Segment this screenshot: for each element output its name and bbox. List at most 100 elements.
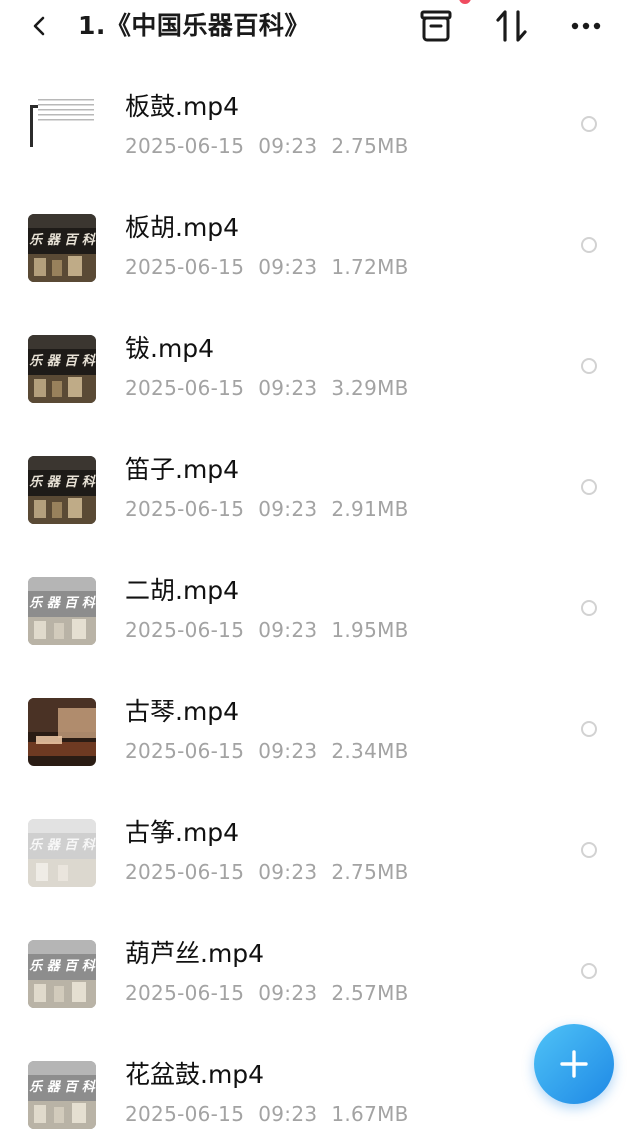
file-list-item[interactable]: 古琴.mp4 2025-06-15 09:23 2.34MB: [0, 672, 640, 793]
file-meta: 2025-06-15 09:23 1.72MB: [125, 254, 409, 280]
select-radio[interactable]: [581, 479, 597, 495]
file-date: 2025-06-15: [125, 739, 245, 763]
file-time: 09:23: [258, 1102, 318, 1126]
file-date: 2025-06-15: [125, 376, 245, 400]
file-list-item[interactable]: 乐 器 百 科 古筝.mp4 2025-06-15 09:23 2.75MB: [0, 793, 640, 914]
add-button[interactable]: [534, 1024, 614, 1104]
file-name: 板鼓.mp4: [125, 92, 240, 121]
file-time: 09:23: [258, 860, 318, 884]
archive-button[interactable]: [416, 6, 456, 46]
video-thumbnail: 乐 器 百 科: [28, 456, 96, 524]
file-list-item[interactable]: 乐 器 百 科 二胡.mp4 2025-06-15 09:23 1.95MB: [0, 551, 640, 672]
video-thumbnail-image: 乐 器 百 科: [28, 214, 96, 282]
select-radio[interactable]: [581, 842, 597, 858]
archive-icon: [420, 10, 452, 42]
video-thumbnail: 乐 器 百 科: [28, 335, 96, 403]
file-name: 笛子.mp4: [125, 455, 240, 484]
file-date: 2025-06-15: [125, 497, 245, 521]
svg-text:乐 器 百 科: 乐 器 百 科: [29, 595, 96, 611]
select-radio[interactable]: [581, 358, 597, 374]
file-time: 09:23: [258, 981, 318, 1005]
select-radio[interactable]: [581, 600, 597, 616]
file-time: 09:23: [258, 739, 318, 763]
file-name: 钹.mp4: [125, 334, 215, 363]
video-thumbnail-image: 乐 器 百 科: [28, 335, 96, 403]
file-meta: 2025-06-15 09:23 2.34MB: [125, 738, 409, 764]
file-list: 板鼓.mp4 2025-06-15 09:23 2.75MB 乐 器 百 科 板胡.mp4…: [0, 67, 640, 1141]
file-browser-page: 1.《中国乐器百科》 板鼓.mp4 2025-06-15 09:23 2.75MB 乐 …: [0, 0, 640, 1141]
file-date: 2025-06-15: [125, 618, 245, 642]
file-name: 二胡.mp4: [125, 576, 240, 605]
file-list-item[interactable]: 乐 器 百 科 葫芦丝.mp4 2025-06-15 09:23 2.57MB: [0, 914, 640, 1035]
video-thumbnail-image: 乐 器 百 科: [28, 1061, 96, 1129]
video-thumbnail: [28, 698, 96, 766]
svg-text:乐 器 百 科: 乐 器 百 科: [29, 353, 96, 369]
top-bar: 1.《中国乐器百科》: [0, 0, 640, 54]
file-date: 2025-06-15: [125, 255, 245, 279]
file-list-item[interactable]: 乐 器 百 科 笛子.mp4 2025-06-15 09:23 2.91MB: [0, 430, 640, 551]
file-size: 2.91MB: [331, 497, 409, 521]
file-size: 2.75MB: [331, 134, 409, 158]
file-meta: 2025-06-15 09:23 2.75MB: [125, 859, 409, 885]
file-meta: 2025-06-15 09:23 2.91MB: [125, 496, 409, 522]
file-size: 2.57MB: [331, 981, 409, 1005]
file-size: 1.67MB: [331, 1102, 409, 1126]
svg-text:乐 器 百 科: 乐 器 百 科: [29, 474, 96, 490]
more-horizontal-icon: [571, 22, 601, 30]
file-time: 09:23: [258, 376, 318, 400]
video-thumbnail: 乐 器 百 科: [28, 577, 96, 645]
file-meta: 2025-06-15 09:23 1.67MB: [125, 1101, 409, 1127]
file-meta: 2025-06-15 09:23 3.29MB: [125, 375, 409, 401]
file-list-item[interactable]: 乐 器 百 科 板胡.mp4 2025-06-15 09:23 1.72MB: [0, 188, 640, 309]
more-options-button[interactable]: [566, 6, 606, 46]
file-date: 2025-06-15: [125, 1102, 245, 1126]
file-size: 2.75MB: [331, 860, 409, 884]
video-thumbnail-image: [28, 93, 96, 161]
file-time: 09:23: [258, 618, 318, 642]
file-meta: 2025-06-15 09:23 2.75MB: [125, 133, 409, 159]
svg-text:乐 器 百 科: 乐 器 百 科: [29, 958, 96, 974]
file-list-item[interactable]: 板鼓.mp4 2025-06-15 09:23 2.75MB: [0, 67, 640, 188]
video-thumbnail: 乐 器 百 科: [28, 214, 96, 282]
select-radio[interactable]: [581, 963, 597, 979]
file-date: 2025-06-15: [125, 860, 245, 884]
file-size: 1.72MB: [331, 255, 409, 279]
back-button[interactable]: [22, 8, 58, 44]
video-thumbnail-image: 乐 器 百 科: [28, 940, 96, 1008]
chevron-left-icon: [33, 16, 45, 36]
file-date: 2025-06-15: [125, 981, 245, 1005]
file-time: 09:23: [258, 134, 318, 158]
file-name: 板胡.mp4: [125, 213, 240, 242]
file-name: 古琴.mp4: [125, 697, 240, 726]
video-thumbnail-image: 乐 器 百 科: [28, 456, 96, 524]
select-radio[interactable]: [581, 721, 597, 737]
video-thumbnail-image: [28, 698, 96, 766]
plus-icon: [560, 1050, 588, 1078]
svg-text:乐 器 百 科: 乐 器 百 科: [29, 1079, 96, 1095]
video-thumbnail-image: 乐 器 百 科: [28, 577, 96, 645]
file-list-item[interactable]: 乐 器 百 科 钹.mp4 2025-06-15 09:23 3.29MB: [0, 309, 640, 430]
file-meta: 2025-06-15 09:23 2.57MB: [125, 980, 409, 1006]
file-size: 1.95MB: [331, 618, 409, 642]
file-name: 古筝.mp4: [125, 818, 240, 847]
file-name: 花盆鼓.mp4: [125, 1060, 265, 1089]
file-size: 2.34MB: [331, 739, 409, 763]
file-name: 葫芦丝.mp4: [125, 939, 265, 968]
select-radio[interactable]: [581, 237, 597, 253]
sort-button[interactable]: [492, 6, 532, 46]
video-thumbnail-image: 乐 器 百 科: [28, 819, 96, 887]
notification-dot: [459, 0, 471, 4]
sort-icon: [496, 10, 527, 42]
file-date: 2025-06-15: [125, 134, 245, 158]
file-time: 09:23: [258, 255, 318, 279]
video-thumbnail: 乐 器 百 科: [28, 1061, 96, 1129]
video-thumbnail: 乐 器 百 科: [28, 819, 96, 887]
page-title: 1.《中国乐器百科》: [78, 11, 310, 40]
svg-text:乐 器 百 科: 乐 器 百 科: [29, 837, 96, 853]
svg-text:乐 器 百 科: 乐 器 百 科: [29, 232, 96, 248]
video-thumbnail: [28, 93, 96, 161]
file-meta: 2025-06-15 09:23 1.95MB: [125, 617, 409, 643]
file-size: 3.29MB: [331, 376, 409, 400]
select-radio[interactable]: [581, 116, 597, 132]
file-time: 09:23: [258, 497, 318, 521]
